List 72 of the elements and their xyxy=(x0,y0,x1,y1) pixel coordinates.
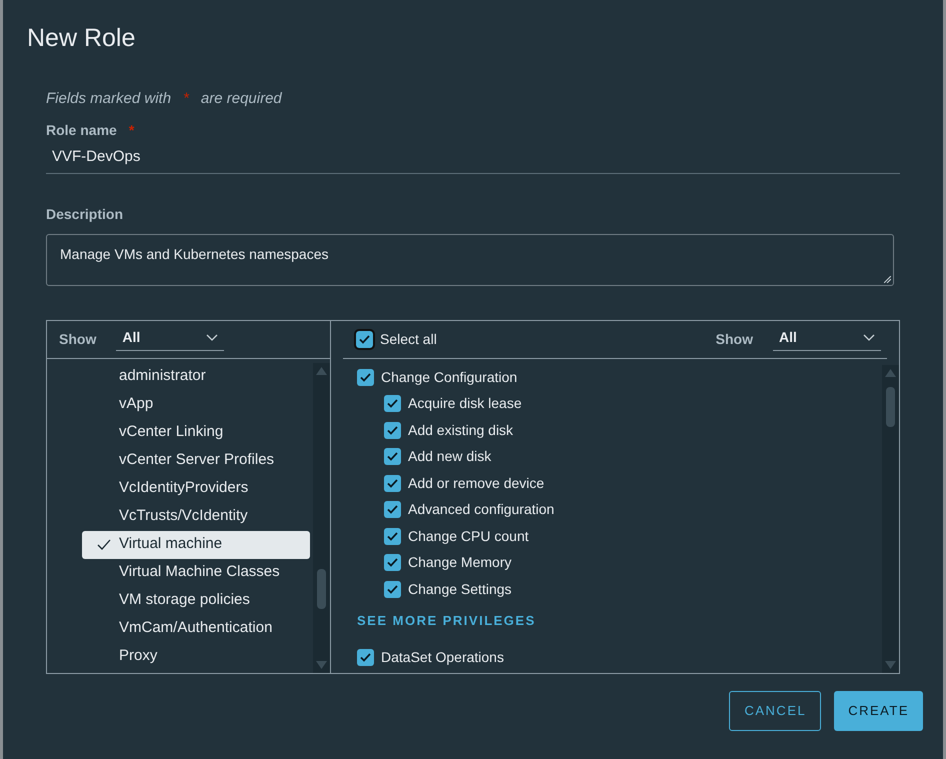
category-item[interactable]: VcIdentityProviders xyxy=(82,474,310,502)
dialog-title: New Role xyxy=(26,23,136,54)
checkmark-icon xyxy=(387,505,398,514)
checkmark-icon xyxy=(360,373,371,382)
checkmark-icon xyxy=(360,652,371,662)
category-item[interactable]: vApp xyxy=(82,390,310,418)
checkbox[interactable] xyxy=(384,395,401,412)
category-item[interactable]: VM storage policies xyxy=(82,586,310,614)
scroll-down-icon xyxy=(885,660,896,668)
required-note: are required xyxy=(200,88,282,108)
scroll-thumb[interactable] xyxy=(886,386,895,426)
checkmark-icon xyxy=(387,558,398,568)
scroll-down-icon xyxy=(316,660,327,668)
checkmark-icon xyxy=(387,478,398,488)
category-item[interactable]: VmCam/Authentication xyxy=(82,614,310,642)
privilege-label: Add new disk xyxy=(408,447,492,466)
privilege-label: Add existing disk xyxy=(408,420,514,440)
privilege-label: Change Settings xyxy=(408,580,512,599)
required-asterisk: * xyxy=(128,121,134,140)
category-item[interactable]: VcTrusts/VcIdentity xyxy=(82,502,310,530)
resize-handle-icon xyxy=(884,276,891,282)
category-item[interactable]: vCenter Linking xyxy=(82,418,310,446)
role-name-input[interactable]: VVF-DevOps xyxy=(46,146,900,174)
privilege-label: Change CPU count xyxy=(408,526,529,546)
checkbox[interactable] xyxy=(384,580,401,598)
category-item[interactable]: Proxy xyxy=(82,642,310,670)
show-label: Show xyxy=(716,330,753,348)
privilege-label: Change Memory xyxy=(408,553,512,572)
chevron-down-icon xyxy=(863,334,875,341)
category-item[interactable]: administrator xyxy=(82,362,310,390)
create-button[interactable]: CREATE xyxy=(834,691,923,731)
checkbox[interactable] xyxy=(384,501,401,518)
privilege-group-label: DataSet Operations xyxy=(381,648,504,667)
checkmark-icon xyxy=(387,532,398,541)
scrollbar[interactable] xyxy=(882,364,899,672)
checkbox[interactable] xyxy=(384,554,401,572)
checkmark-icon xyxy=(387,426,398,435)
checkmark-icon xyxy=(97,539,111,550)
category-item[interactable]: Virtual machine xyxy=(82,530,310,558)
required-asterisk: * xyxy=(183,88,189,108)
description-textarea[interactable]: Manage VMs and Kubernetes namespaces xyxy=(46,234,894,286)
show-label: Show xyxy=(59,330,96,348)
select-all-label: Select all xyxy=(380,330,437,348)
checkbox[interactable] xyxy=(384,448,401,466)
privilege-label: Add or remove device xyxy=(408,474,544,493)
checkmark-icon xyxy=(387,399,398,408)
required-note: Fields marked with xyxy=(46,88,172,108)
scroll-up-icon xyxy=(885,368,896,376)
category-item[interactable]: Virtual Machine Classes xyxy=(82,558,310,586)
checkbox[interactable] xyxy=(356,330,373,348)
scroll-thumb[interactable] xyxy=(317,568,326,608)
checkmark-icon xyxy=(387,584,398,594)
checkbox[interactable] xyxy=(384,528,401,545)
show-dropdown[interactable]: All xyxy=(773,327,881,351)
cancel-button[interactable]: CANCEL xyxy=(729,691,822,731)
checkbox[interactable] xyxy=(384,422,401,439)
description-label: Description xyxy=(46,204,124,224)
checkbox[interactable] xyxy=(384,474,401,492)
checkmark-icon xyxy=(387,452,398,462)
privilege-label: Acquire disk lease xyxy=(408,394,522,414)
checkmark-icon xyxy=(359,334,370,344)
privilege-label: Advanced configuration xyxy=(408,500,554,520)
category-item[interactable]: vCenter Server Profiles xyxy=(82,446,310,474)
scrollbar[interactable] xyxy=(313,362,330,672)
privilege-group-label: Change Configuration xyxy=(381,368,518,387)
see-more-link[interactable]: SEE MORE PRIVILEGES xyxy=(357,610,536,630)
checkbox[interactable] xyxy=(357,648,374,666)
checkbox[interactable] xyxy=(357,369,374,386)
scroll-up-icon xyxy=(316,366,327,374)
chevron-down-icon xyxy=(206,334,218,341)
show-dropdown[interactable]: All xyxy=(116,327,224,351)
role-name-label: Role name xyxy=(46,121,117,140)
